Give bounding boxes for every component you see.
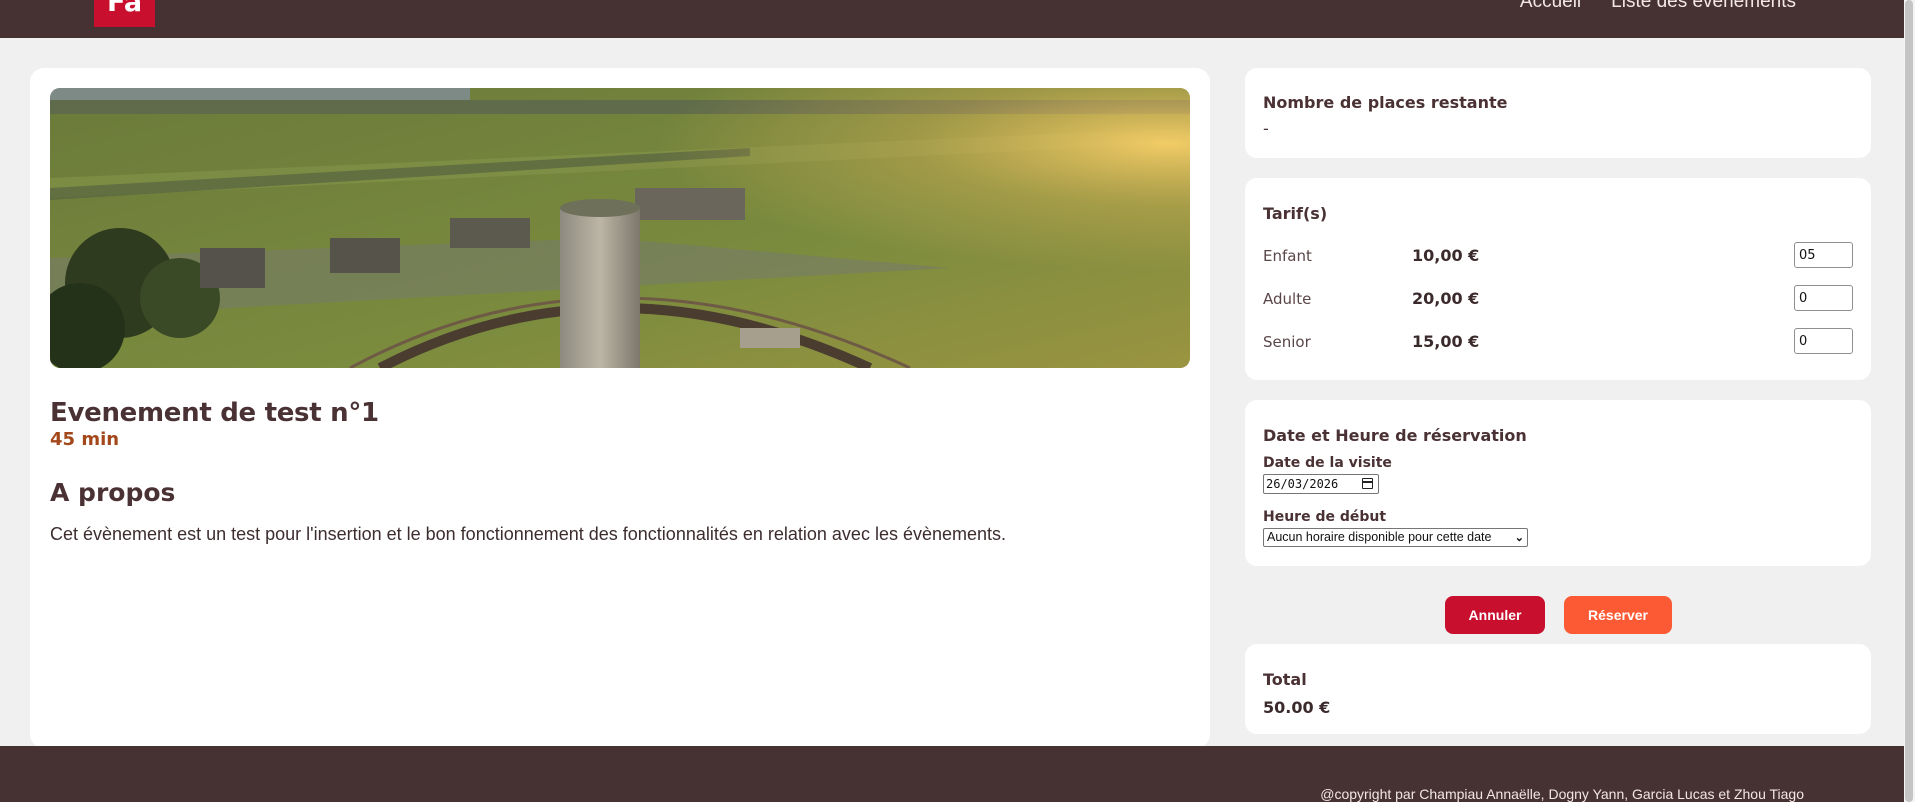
start-time-value: Aucun horaire disponible pour cette date: [1267, 530, 1492, 544]
tarif-qty-senior[interactable]: [1794, 328, 1853, 354]
tarif-label: Enfant: [1263, 247, 1312, 265]
tarif-price: 15,00 €: [1412, 332, 1480, 351]
tarifs-card: Tarif(s) Enfant 10,00 € Adulte 20,00 € S…: [1245, 178, 1871, 380]
page-footer: @copyright par Champiau Annaëlle, Dogny …: [0, 746, 1904, 802]
chevron-down-icon: ⌄: [1514, 532, 1524, 544]
nav-link-accueil[interactable]: Accueil: [1520, 0, 1581, 13]
tarif-qty-adulte[interactable]: [1794, 285, 1853, 311]
event-description: Cet évènement est un test pour l'inserti…: [50, 524, 1007, 544]
places-heading: Nombre de places restante: [1263, 93, 1508, 112]
reservation-datetime-card: Date et Heure de réservation Date de la …: [1245, 400, 1871, 566]
tarif-price: 20,00 €: [1412, 289, 1480, 308]
total-card: Total 50.00 €: [1245, 644, 1871, 734]
total-heading: Total: [1263, 670, 1307, 689]
reservation-heading: Date et Heure de réservation: [1263, 426, 1527, 445]
total-value: 50.00 €: [1263, 698, 1331, 717]
tarif-price: 10,00 €: [1412, 246, 1480, 265]
tarif-row-adulte: Adulte 20,00 €: [1263, 285, 1853, 313]
visit-date-value: 26/03/2026: [1266, 477, 1339, 491]
event-title: Evenement de test n°1: [50, 398, 379, 428]
hero-landscape-illustration: [50, 88, 1190, 368]
nav-link-event-list[interactable]: Liste des événements: [1611, 0, 1796, 13]
places-remaining-card: Nombre de places restante -: [1245, 68, 1871, 158]
tarif-label: Senior: [1263, 333, 1311, 351]
time-label: Heure de début: [1263, 509, 1387, 525]
event-detail-card: Evenement de test n°1 45 min A propos Ce…: [30, 68, 1210, 748]
main-nav: Accueil Liste des événements: [1520, 0, 1796, 13]
tarif-qty-enfant[interactable]: [1794, 242, 1853, 268]
logo-text: Fa: [106, 0, 143, 18]
tarif-row-senior: Senior 15,00 €: [1263, 328, 1853, 356]
visit-date-input[interactable]: 26/03/2026: [1263, 474, 1379, 494]
top-navbar: Fa Accueil Liste des événements: [0, 0, 1904, 38]
event-hero-image: [50, 88, 1190, 368]
date-label: Date de la visite: [1263, 455, 1392, 471]
start-time-select[interactable]: Aucun horaire disponible pour cette date…: [1263, 528, 1528, 547]
tarif-row-enfant: Enfant 10,00 €: [1263, 242, 1853, 270]
calendar-icon[interactable]: [1362, 478, 1373, 489]
tarifs-heading: Tarif(s): [1263, 204, 1328, 223]
site-logo[interactable]: Fa: [94, 0, 155, 27]
about-heading: A propos: [50, 478, 176, 507]
cancel-button[interactable]: Annuler: [1445, 596, 1545, 634]
places-value: -: [1263, 119, 1269, 138]
page-scrollbar[interactable]: [1904, 0, 1915, 802]
reserve-button[interactable]: Réserver: [1564, 596, 1672, 634]
event-duration: 45 min: [50, 429, 120, 450]
copyright-text: @copyright par Champiau Annaëlle, Dogny …: [1320, 786, 1804, 802]
tarif-label: Adulte: [1263, 290, 1312, 308]
scrollbar-thumb[interactable]: [1905, 0, 1913, 802]
